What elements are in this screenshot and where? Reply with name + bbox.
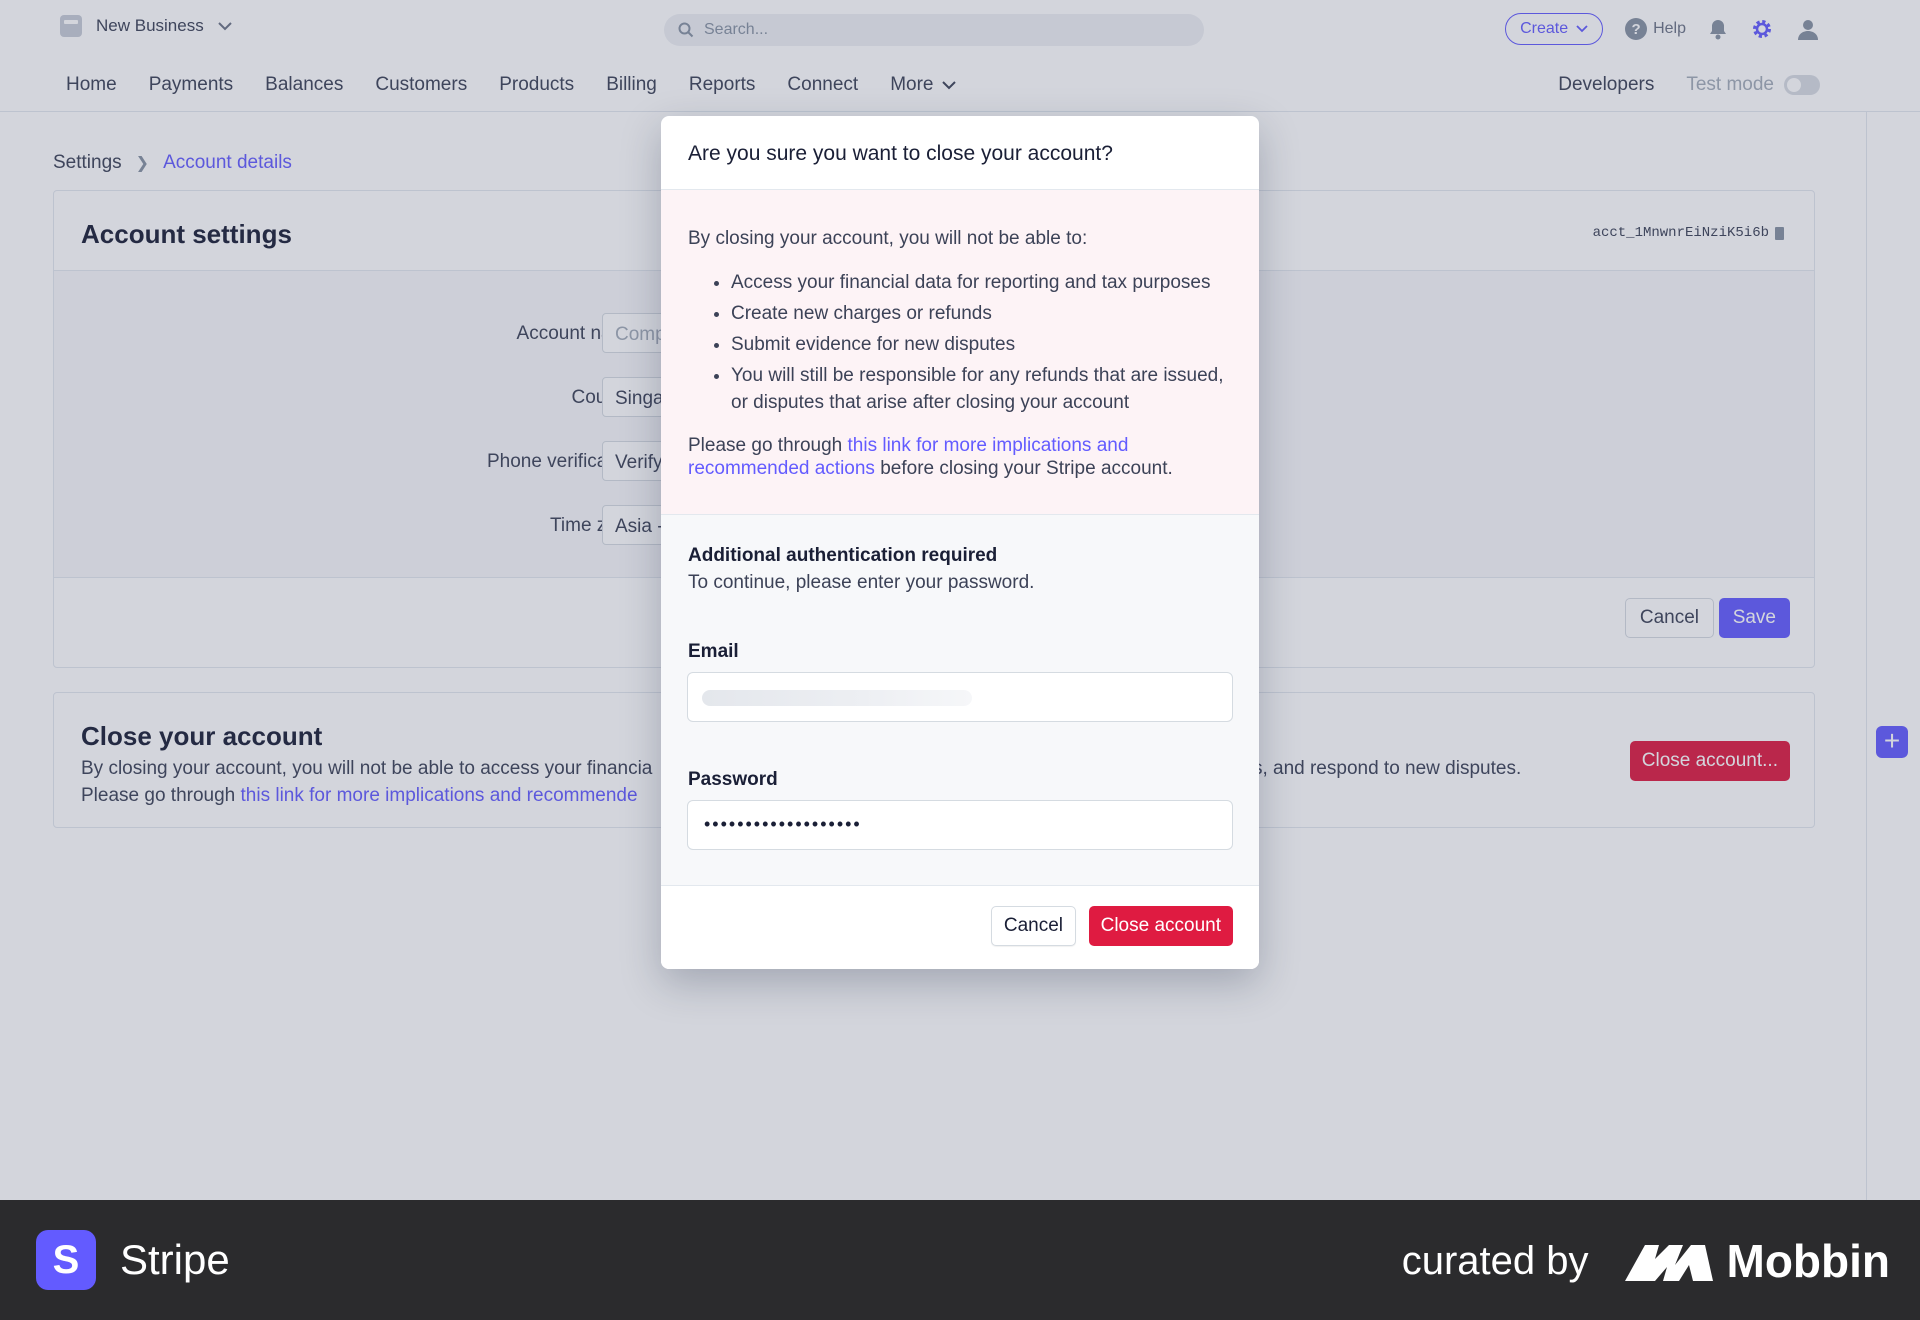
note-suffix: before closing your Stripe account. (874, 458, 1173, 479)
curated-by: curated by Mobbin (1402, 1234, 1890, 1288)
mobbin-logo-icon (1624, 1245, 1713, 1281)
curator-name: Mobbin (1726, 1235, 1891, 1287)
modal-title: Are you sure you want to close your acco… (661, 116, 1259, 190)
password-field[interactable]: ••••••••••••••••••• (687, 800, 1233, 850)
list-item: Access your financial data for reporting… (731, 270, 1231, 297)
redacted-email (702, 690, 972, 706)
modal-note: Please go through this link for more imp… (688, 434, 1233, 480)
list-item: Create new charges or refunds (731, 301, 1231, 328)
stripe-dashboard: New Business Search... Create ? Help Hom… (0, 0, 1920, 1200)
password-value: ••••••••••••••••••• (704, 814, 862, 834)
auth-title: Additional authentication required (688, 545, 998, 566)
password-label: Password (688, 769, 778, 790)
modal-intro: By closing your account, you will not be… (688, 228, 1088, 249)
app-name: Stripe (120, 1236, 230, 1283)
close-account-modal: Are you sure you want to close your acco… (661, 116, 1259, 969)
app-brand: S Stripe (36, 1230, 230, 1290)
note-prefix: Please go through (688, 435, 848, 456)
close-account-button[interactable]: Close account (1088, 906, 1233, 946)
mobbin-logo: Mobbin (1624, 1234, 1891, 1288)
consequence-list: Access your financial data for reporting… (731, 270, 1231, 421)
auth-subtitle: To continue, please enter your password. (688, 572, 1035, 593)
modal-warning-section: By closing your account, you will not be… (661, 190, 1259, 515)
attribution-banner: S Stripe curated by Mobbin (0, 1200, 1920, 1320)
stripe-logo-icon: S (36, 1230, 96, 1290)
modal-footer: Cancel Close account (661, 885, 1259, 969)
email-label: Email (688, 641, 739, 662)
email-field[interactable] (687, 672, 1233, 722)
list-item: You will still be responsible for any re… (731, 363, 1231, 416)
cancel-button[interactable]: Cancel (990, 906, 1076, 946)
authentication-section: Additional authentication required To co… (661, 515, 1259, 885)
list-item: Submit evidence for new disputes (731, 332, 1231, 359)
curated-by-text: curated by (1401, 1238, 1589, 1283)
